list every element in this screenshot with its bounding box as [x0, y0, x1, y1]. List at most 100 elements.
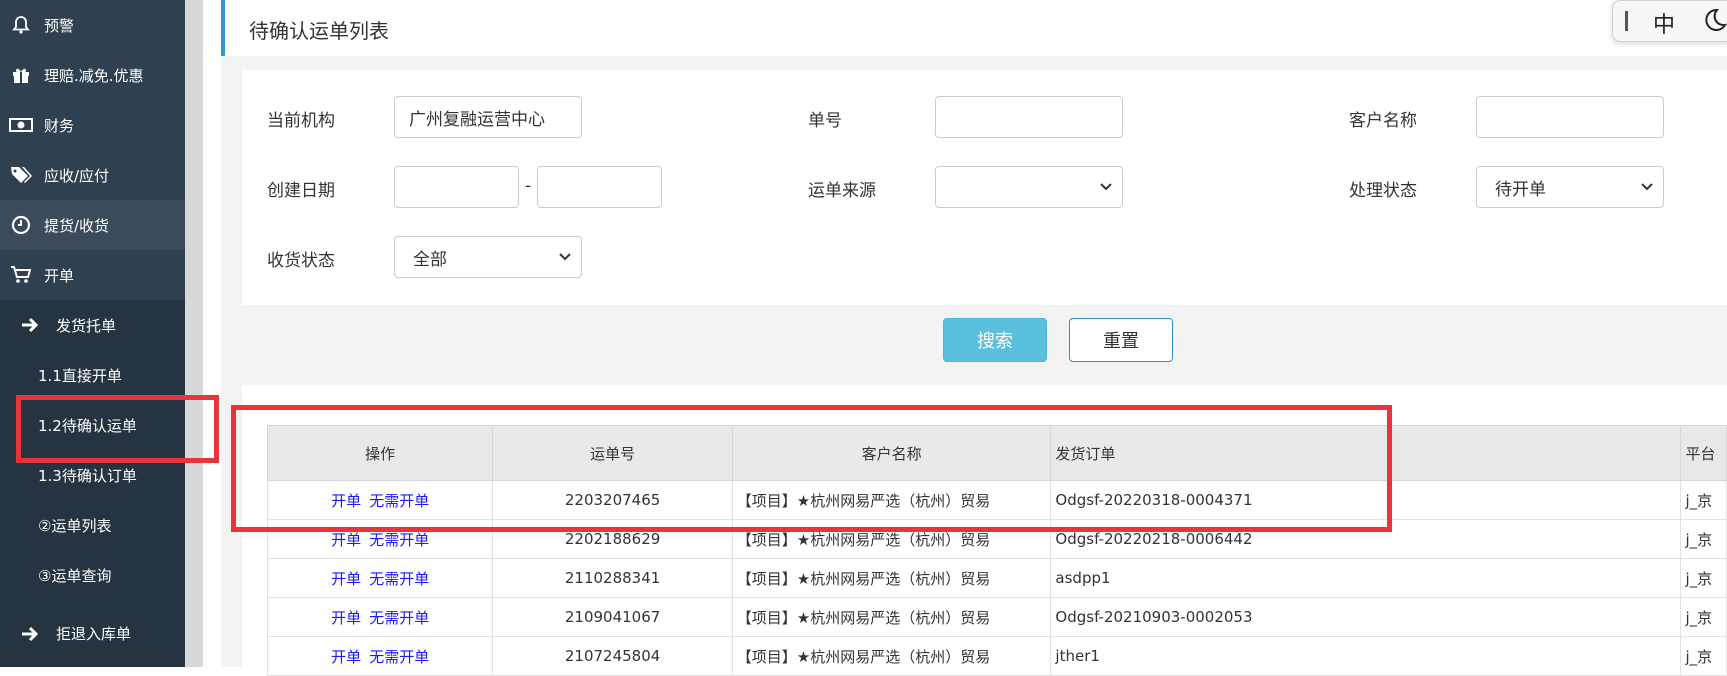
order-no-input[interactable]: [935, 96, 1123, 138]
shipping-order-cell: Odgsf-20210903-0002053: [1050, 597, 1682, 637]
bill-link[interactable]: 开单: [331, 492, 361, 510]
ime-toolbar[interactable]: 中: [1612, 0, 1727, 42]
header-shipping-order[interactable]: 发货订单: [1050, 425, 1682, 481]
sidebar-item-label: 提货/收货: [44, 216, 110, 235]
create-date-label: 创建日期: [267, 181, 335, 201]
waybill-no-cell: 2202188629: [492, 519, 733, 559]
search-button[interactable]: 搜索: [943, 318, 1047, 362]
waybill-no-cell: 2109041067: [492, 597, 733, 637]
customer-input[interactable]: [1476, 96, 1664, 138]
shipping-order-cell: Odgsf-20220218-0006442: [1050, 519, 1682, 559]
status-label: 处理状态: [1349, 181, 1417, 201]
page-header: 待确认运单列表: [221, 0, 1727, 56]
org-field[interactable]: 广州复融运营中心: [394, 96, 582, 138]
shipping-order-cell: jther1: [1050, 636, 1682, 676]
money-icon: [8, 117, 34, 133]
receive-status-select[interactable]: 全部: [394, 236, 582, 278]
reset-button[interactable]: 重置: [1069, 318, 1173, 362]
receive-status-label: 收货状态: [267, 251, 335, 271]
sidebar-item-label: 理赔.减免.优惠: [44, 66, 144, 85]
sidebar-item-direct-billing[interactable]: 1.1直接开单: [0, 350, 185, 400]
table-row: 开单 无需开单 2110288341 【项目】★杭州网易严选（杭州）贸易 asdp…: [266, 558, 1727, 598]
bill-link[interactable]: 开单: [331, 531, 361, 549]
create-date-start-input[interactable]: [394, 166, 519, 208]
customer-cell: 【项目】★杭州网易严选（杭州）贸易: [731, 480, 1052, 520]
sidebar-item-alert[interactable]: 预警: [0, 0, 185, 50]
sidebar-item-label: 应收/应付: [44, 166, 110, 185]
sidebar-item-waybill-list[interactable]: ②运单列表: [0, 500, 185, 550]
create-date-end-input[interactable]: [537, 166, 662, 208]
platform-cell: j_京: [1680, 558, 1727, 598]
row-actions: 开单 无需开单: [266, 480, 494, 520]
bill-link[interactable]: 开单: [331, 609, 361, 627]
sidebar-item-label: 预警: [44, 16, 75, 35]
sidebar-item-label: 发货托单: [56, 316, 117, 335]
table-row: 开单 无需开单 2203207465 【项目】★杭州网易严选（杭州）贸易 Odgs…: [266, 480, 1727, 520]
sidebar-item-label: ②运单列表: [38, 516, 112, 535]
sidebar-item-label: ③运单查询: [38, 566, 112, 585]
row-actions: 开单 无需开单: [266, 558, 494, 598]
row-actions: 开单 无需开单: [266, 597, 494, 637]
platform-cell: j_京: [1680, 519, 1727, 559]
platform-cell: j_京: [1680, 636, 1727, 676]
ime-mode-toggle[interactable]: 中: [1653, 7, 1675, 39]
no-bill-link[interactable]: 无需开单: [369, 531, 429, 549]
sidebar-item-finance[interactable]: 财务: [0, 100, 185, 150]
platform-cell: j_京: [1680, 597, 1727, 637]
status-select[interactable]: 待开单: [1476, 166, 1664, 208]
row-actions: 开单 无需开单: [266, 636, 494, 676]
header-waybill-no[interactable]: 运单号: [492, 425, 733, 481]
no-bill-link[interactable]: 无需开单: [369, 648, 429, 666]
row-actions: 开单 无需开单: [266, 519, 494, 559]
table-header-row: 操作 运单号 客户名称 发货订单 平台: [266, 425, 1727, 481]
customer-cell: 【项目】★杭州网易严选（杭州）贸易: [731, 558, 1052, 598]
no-bill-link[interactable]: 无需开单: [369, 609, 429, 627]
sidebar-item-shipping-orders[interactable]: 发货托单: [0, 300, 185, 350]
table-row: 开单 无需开单 2202188629 【项目】★杭州网易严选（杭州）贸易 Odgs…: [266, 519, 1727, 559]
bill-link[interactable]: 开单: [331, 570, 361, 588]
sidebar-item-label: 拒退入库单: [56, 625, 132, 643]
receive-status-value: 全部: [413, 249, 447, 270]
customer-cell: 【项目】★杭州网易严选（杭州）贸易: [731, 636, 1052, 676]
chevron-down-icon: [559, 253, 571, 261]
sidebar-scrollbar[interactable]: [185, 0, 203, 667]
shipping-order-cell: Odgsf-20220318-0004371: [1050, 480, 1682, 520]
sidebar-item-billing[interactable]: 开单: [0, 250, 185, 300]
source-select[interactable]: [935, 166, 1123, 208]
page-title: 待确认运单列表: [249, 19, 389, 43]
header-actions[interactable]: 操作: [266, 425, 494, 481]
sidebar-item-label: 开单: [44, 266, 75, 285]
sidebar-item-label: 1.1直接开单: [38, 366, 122, 385]
header-platform[interactable]: 平台: [1680, 425, 1727, 481]
customer-cell: 【项目】★杭州网易严选（杭州）贸易: [731, 519, 1052, 559]
sidebar-item-claims[interactable]: 理赔.减免.优惠: [0, 50, 185, 100]
no-bill-link[interactable]: 无需开单: [369, 570, 429, 588]
org-value: 广州复融运营中心: [409, 109, 545, 130]
table-row: 开单 无需开单 2109041067 【项目】★杭州网易严选（杭州）贸易 Odgs…: [266, 597, 1727, 637]
sidebar-item-receivables[interactable]: 应收/应付: [0, 150, 185, 200]
chevron-down-icon: [1641, 183, 1653, 191]
ime-drag-handle[interactable]: [1625, 11, 1628, 31]
arrow-right-icon: [20, 316, 42, 334]
sidebar-item-return-inbound[interactable]: 拒退入库单: [0, 600, 185, 667]
header-customer[interactable]: 客户名称: [731, 425, 1052, 481]
waybill-no-cell: 2203207465: [492, 480, 733, 520]
sidebar-item-label: 财务: [44, 116, 75, 135]
waybill-no-cell: 2107245804: [492, 636, 733, 676]
bell-icon: [8, 15, 34, 35]
no-bill-link[interactable]: 无需开单: [369, 492, 429, 510]
sidebar-item-pickup[interactable]: 提货/收货: [0, 200, 185, 250]
gift-icon: [8, 65, 34, 85]
bill-link[interactable]: 开单: [331, 648, 361, 666]
status-value: 待开单: [1495, 179, 1546, 200]
sidebar-item-pending-waybills[interactable]: 1.2待确认运单: [0, 400, 185, 450]
sidebar-item-waybill-query[interactable]: ③运单查询: [0, 550, 185, 600]
moon-icon[interactable]: [1701, 7, 1727, 37]
sidebar-item-pending-orders[interactable]: 1.3待确认订单: [0, 450, 185, 500]
platform-cell: j_京: [1680, 480, 1727, 520]
sidebar: 预警 理赔.减免.优惠 财务 应收/应付 提货/收货 开单 发货托单 1.1直接…: [0, 0, 203, 667]
source-label: 运单来源: [808, 181, 876, 201]
arrow-right-icon: [20, 625, 42, 643]
sidebar-item-label: 1.2待确认运单: [38, 416, 137, 435]
order-no-label: 单号: [808, 111, 842, 131]
